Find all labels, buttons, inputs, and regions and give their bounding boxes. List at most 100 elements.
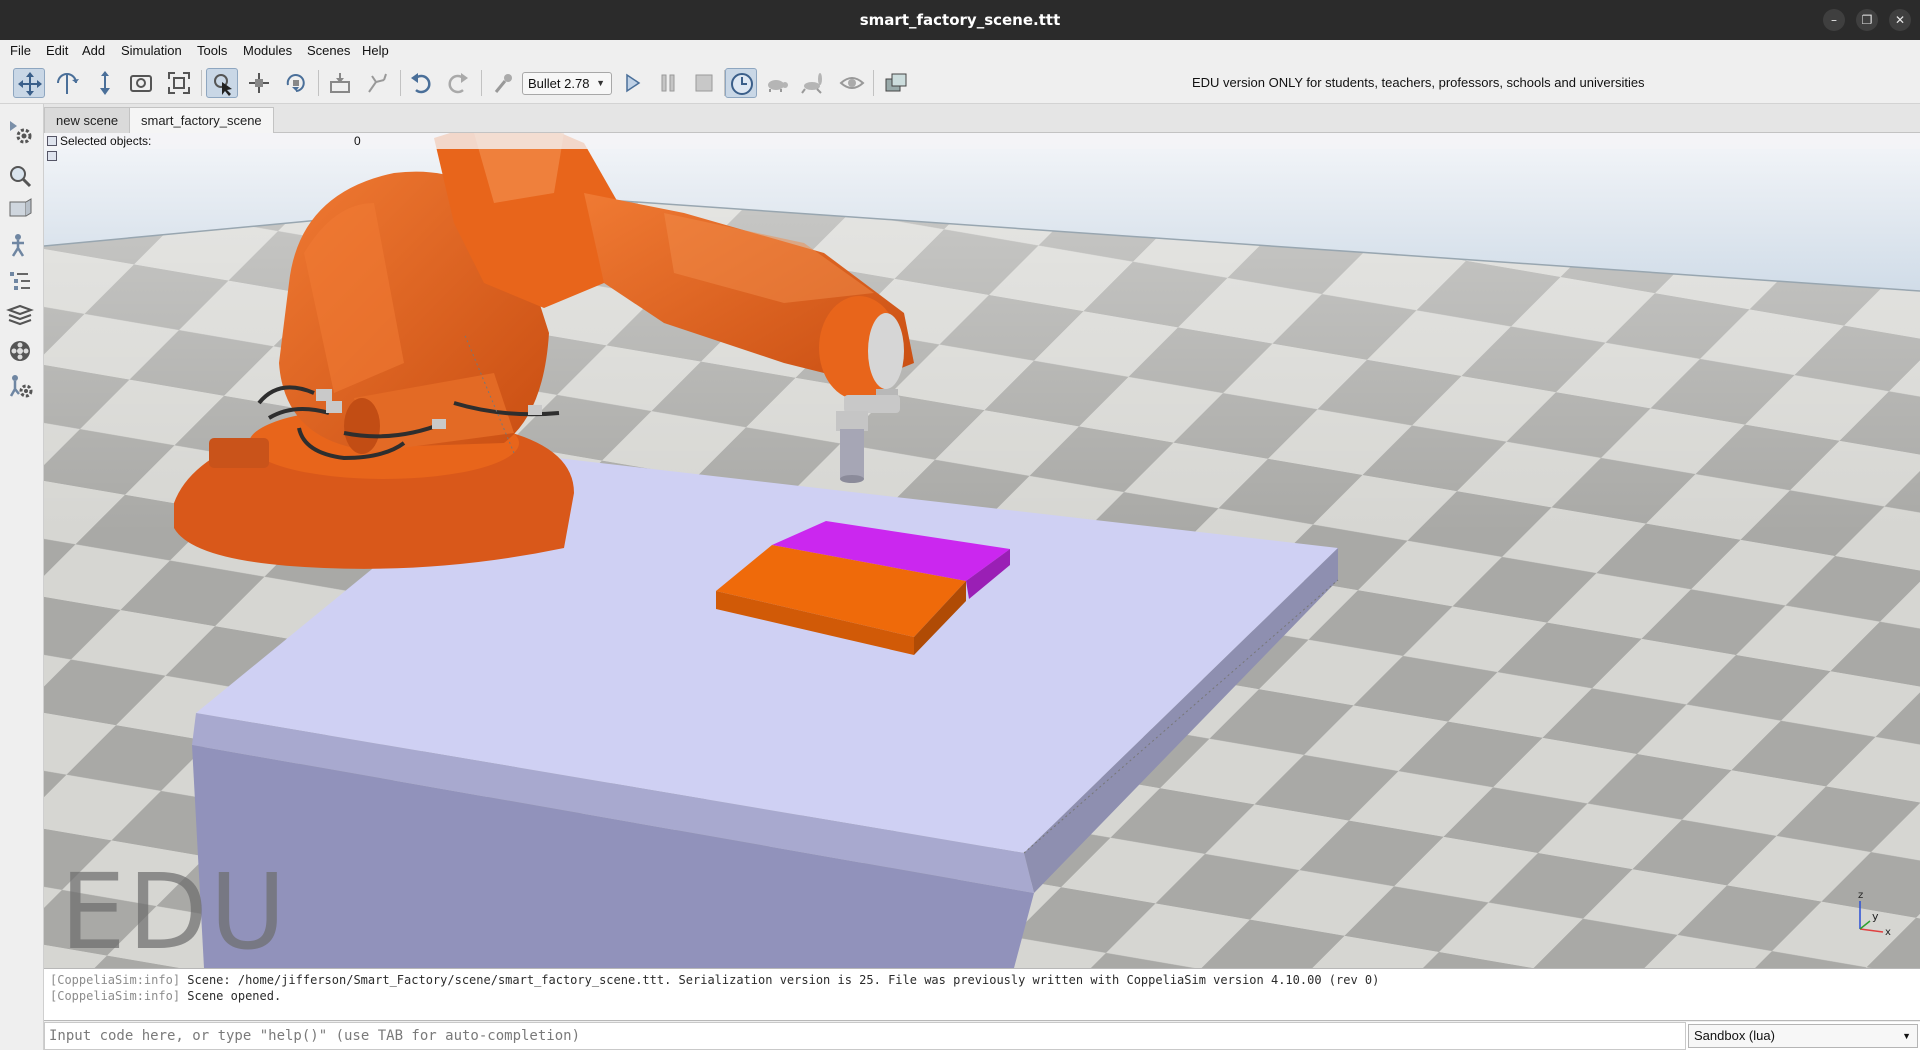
move-camera-button[interactable]	[13, 68, 45, 98]
main-toolbar: Bullet 2.78 ▼ EDU version ONLY for stude…	[0, 62, 1920, 104]
object-shift-button[interactable]	[243, 68, 275, 98]
sandbox-select[interactable]: Sandbox (lua) ▼	[1688, 1024, 1918, 1048]
rotate-camera-button[interactable]	[51, 68, 83, 98]
toolbar-separator	[318, 70, 319, 96]
zoom-camera-icon	[130, 75, 152, 92]
selection-icon	[10, 341, 30, 361]
fit-to-view-button[interactable]	[163, 68, 195, 98]
shift-camera-button[interactable]	[89, 68, 121, 98]
console-tag: [CoppeliaSim:info]	[50, 989, 181, 1003]
page-selector-icon	[885, 73, 907, 92]
scene-tabs: new scene smart_factory_scene	[44, 104, 1920, 133]
click-select-button[interactable]	[206, 68, 238, 98]
layers-button[interactable]	[6, 302, 38, 332]
coppeliasim-window: smart_factory_scene.ttt – ❐ ✕ File Edit …	[0, 0, 1920, 1050]
selection-button[interactable]	[6, 337, 38, 367]
selected-objects-count: 0	[354, 134, 361, 148]
user-settings-icon	[9, 375, 33, 398]
console-message: Scene opened.	[187, 989, 282, 1003]
menu-help[interactable]: Help	[362, 40, 389, 62]
object-rotate-button[interactable]	[280, 68, 312, 98]
scene-render	[44, 133, 1920, 968]
redo-button[interactable]	[442, 68, 474, 98]
collections-icon	[10, 272, 30, 290]
speed-up-button[interactable]	[797, 68, 829, 98]
menu-simulation[interactable]: Simulation	[121, 40, 182, 62]
collapse-icon[interactable]	[47, 136, 57, 146]
menu-file[interactable]: File	[10, 40, 31, 62]
pause-button[interactable]	[652, 68, 684, 98]
toolbar-separator	[873, 70, 874, 96]
toolbar-separator	[201, 70, 202, 96]
calculation-modules-icon	[11, 234, 25, 257]
simulation-settings-button[interactable]	[6, 118, 38, 148]
menu-edit[interactable]: Edit	[46, 40, 68, 62]
slow-down-button[interactable]	[761, 68, 793, 98]
visualization-button[interactable]	[836, 68, 868, 98]
menu-add[interactable]: Add	[82, 40, 105, 62]
rotate-camera-icon	[57, 73, 79, 94]
collections-button[interactable]	[6, 268, 38, 298]
scene-hierarchy-icon	[9, 198, 32, 217]
restore-button[interactable]: ❐	[1856, 9, 1878, 31]
code-input[interactable]	[44, 1022, 1686, 1050]
user-settings-button[interactable]	[6, 372, 38, 402]
fit-to-view-icon	[168, 72, 190, 94]
axis-y-label: y	[1872, 910, 1879, 923]
toolbar-separator	[481, 70, 482, 96]
object-shift-icon	[249, 73, 269, 93]
play-button[interactable]	[616, 68, 648, 98]
menu-modules[interactable]: Modules	[243, 40, 292, 62]
axis-x-label: x	[1885, 927, 1891, 937]
realtime-button[interactable]	[725, 68, 757, 98]
console-line: [CoppeliaSim:info] Scene: /home/jifferso…	[50, 972, 1379, 988]
scene-hierarchy-button[interactable]	[6, 196, 38, 226]
close-button[interactable]: ✕	[1889, 9, 1911, 31]
realtime-icon	[731, 73, 753, 95]
transfer-dna-button[interactable]	[361, 68, 393, 98]
undo-icon	[411, 73, 431, 94]
axis-z-label: z	[1858, 890, 1863, 901]
tab-new-scene[interactable]: new scene	[44, 107, 131, 133]
minimize-button[interactable]: –	[1823, 9, 1845, 31]
selected-objects-label: Selected objects:	[60, 134, 152, 148]
zoom-camera-button[interactable]	[125, 68, 157, 98]
menu-bar: File Edit Add Simulation Tools Modules S…	[0, 40, 1920, 62]
play-icon	[626, 73, 641, 93]
stop-icon	[695, 74, 713, 92]
simulation-settings-icon	[10, 121, 32, 144]
sandbox-value: Sandbox (lua)	[1694, 1028, 1775, 1043]
assemble-button[interactable]	[324, 68, 356, 98]
move-camera-icon	[18, 72, 42, 96]
chevron-down-icon: ▼	[1902, 1031, 1911, 1041]
console-tag: [CoppeliaSim:info]	[50, 973, 181, 987]
dynamics-icon	[494, 74, 512, 93]
undo-button[interactable]	[405, 68, 437, 98]
layers-icon	[6, 304, 34, 326]
tab-smart-factory-scene[interactable]: smart_factory_scene	[129, 107, 274, 133]
dynamics-button[interactable]	[487, 68, 519, 98]
console-line: [CoppeliaSim:info] Scene opened.	[50, 988, 281, 1004]
physics-engine-select[interactable]: Bullet 2.78 ▼	[522, 72, 612, 95]
menu-tools[interactable]: Tools	[197, 40, 227, 62]
menu-scenes[interactable]: Scenes	[307, 40, 350, 62]
visualization-icon	[839, 77, 865, 89]
stop-button[interactable]	[688, 68, 720, 98]
shift-camera-icon	[100, 71, 110, 95]
expand-icon[interactable]	[47, 151, 57, 161]
physics-engine-value: Bullet 2.78	[528, 76, 590, 91]
chevron-down-icon: ▼	[596, 78, 605, 88]
redo-icon	[448, 73, 468, 94]
calculation-modules-button[interactable]	[6, 232, 38, 262]
scene-viewport[interactable]: Selected objects: 0 EDU z y x	[44, 133, 1920, 968]
assemble-icon	[330, 73, 350, 93]
transfer-dna-icon	[368, 73, 387, 93]
page-selector-button[interactable]	[880, 68, 912, 98]
model-browser-button[interactable]	[6, 162, 38, 192]
command-bar: Sandbox (lua) ▼	[44, 1022, 1920, 1050]
speed-up-icon	[801, 73, 822, 94]
model-browser-icon	[10, 166, 32, 188]
toolbar-separator	[400, 70, 401, 96]
selected-objects-bar: Selected objects: 0	[44, 133, 1920, 149]
edu-watermark: EDU	[60, 851, 288, 968]
